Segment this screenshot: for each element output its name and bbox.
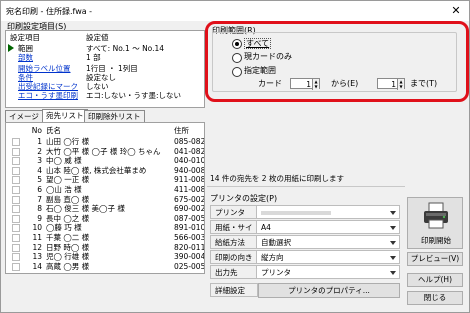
printer-row-key: プリンタ	[210, 205, 258, 219]
row-no: 14	[32, 261, 42, 271]
column-header-no[interactable]: No	[28, 125, 42, 136]
printer-name-redacted	[261, 211, 331, 215]
radio-all[interactable]	[232, 39, 242, 49]
settings-row-eco[interactable]: エコ・うす墨印刷 エコ:しない・うす墨:しない	[6, 91, 204, 100]
spinner-arrows-icon[interactable]: ▲ ▼	[312, 79, 319, 90]
dropdown-arrow-icon[interactable]	[390, 256, 396, 260]
radio-all-label[interactable]: すべて	[244, 38, 272, 49]
paper-size-select[interactable]: A4	[256, 220, 400, 234]
printer-row-key: 詳細設定	[210, 283, 258, 297]
settings-table[interactable]: 設定項目 設定値 範囲 すべて: No.1 〜 No.14 部数 1 部 開始ラ…	[5, 30, 205, 108]
settings-row-start-position[interactable]: 開始ラベル位置 1行目 ・ 1列目	[6, 64, 204, 73]
printer-row-key: 印刷の向き	[210, 250, 258, 264]
row-address: 025-005	[174, 261, 205, 271]
row-checkbox[interactable]	[12, 262, 20, 271]
to-spinner[interactable]: 1 ▲ ▼	[377, 78, 405, 90]
settings-header: 設定項目 設定値	[6, 33, 204, 42]
output-value: プリンタ	[261, 268, 291, 277]
printer-properties-button[interactable]: プリンタのプロパティ...	[258, 283, 400, 298]
settings-row-value: 設定なし	[86, 73, 116, 82]
to-value[interactable]: 1	[391, 80, 396, 89]
settings-row-value: エコ:しない・うす墨:しない	[86, 91, 182, 100]
settings-row-value: 1 部	[86, 53, 101, 62]
settings-row-key[interactable]: エコ・うす墨印刷	[18, 91, 78, 100]
printer-select[interactable]	[256, 205, 400, 219]
settings-header-value: 設定値	[86, 33, 109, 42]
paper-source-select[interactable]: 自動選択	[256, 235, 400, 249]
settings-row-key[interactable]: 条件	[18, 73, 33, 82]
dropdown-arrow-icon[interactable]	[390, 241, 396, 245]
settings-row-value: すべて: No.1 〜 No.14	[86, 44, 165, 53]
output-select[interactable]: プリンタ	[256, 265, 400, 279]
divider	[207, 186, 405, 187]
tab-exclude-list[interactable]: 印刷除外リスト	[84, 110, 145, 122]
radio-specified-range[interactable]	[232, 67, 242, 77]
settings-header-key: 設定項目	[10, 33, 40, 42]
radio-current-card-label[interactable]: 現カードのみ	[244, 52, 292, 62]
row-name: 高蔵 ◯男 様	[46, 261, 90, 271]
title-bar: 宛名印刷 - 住所録.fwa - ✕	[1, 1, 469, 21]
list-item[interactable]: 14 高蔵 ◯男 様 025-005	[6, 261, 204, 272]
printer-icon	[424, 202, 448, 229]
print-summary-text: 14 件の宛先を 2 枚の用紙に印刷します	[210, 174, 344, 183]
column-header-address[interactable]: 住所	[174, 125, 189, 136]
current-row-arrow-icon	[8, 44, 14, 52]
dropdown-arrow-icon[interactable]	[390, 226, 396, 230]
close-button[interactable]: 閉じる	[407, 291, 463, 305]
settings-row-value: しない	[86, 82, 109, 91]
list-header: No 氏名 住所	[6, 125, 204, 136]
printer-group-label: プリンタの設定(P)	[210, 194, 278, 203]
from-label: から(E)	[331, 79, 359, 88]
settings-row-range[interactable]: 範囲 すべて: No.1 〜 No.14	[6, 44, 204, 53]
settings-row-key[interactable]: 部数	[18, 53, 33, 62]
radio-current-card[interactable]	[232, 53, 242, 63]
to-label: まで(T)	[410, 79, 438, 88]
settings-row-condition[interactable]: 条件 設定なし	[6, 73, 204, 82]
print-start-label: 印刷開始	[421, 236, 451, 245]
printer-row-key: 給紙方法	[210, 235, 258, 249]
printer-row-key: 用紙・サイズ	[210, 220, 258, 246]
orientation-value: 縦方向	[261, 253, 284, 262]
paper-size-value: A4	[261, 223, 271, 232]
printer-row-key: 出力先	[210, 265, 258, 279]
from-spinner[interactable]: 1 ▲ ▼	[290, 78, 320, 90]
dropdown-arrow-icon[interactable]	[390, 271, 396, 275]
spinner-arrows-icon[interactable]: ▲ ▼	[397, 79, 404, 90]
settings-row-copies[interactable]: 部数 1 部	[6, 53, 204, 62]
settings-row-key: 範囲	[18, 44, 33, 53]
help-button[interactable]: ヘルプ(H)	[407, 273, 463, 287]
print-start-button[interactable]: 印刷開始	[407, 197, 463, 249]
preview-button[interactable]: プレビュー(V)	[407, 252, 463, 266]
close-icon[interactable]: ✕	[447, 3, 465, 19]
settings-row-key[interactable]: 出受記録にマーク	[18, 82, 78, 91]
settings-row-value: 1行目 ・ 1列目	[86, 64, 138, 73]
dropdown-arrow-icon[interactable]	[390, 211, 396, 215]
column-header-name[interactable]: 氏名	[46, 125, 61, 136]
window-title: 宛名印刷 - 住所録.fwa -	[6, 7, 93, 16]
address-list[interactable]: No 氏名 住所 1 山田 ◯行 様 085-082 2 大竹 ◯平 様 ◯子 様 玲◯…	[5, 122, 205, 274]
paper-source-value: 自動選択	[261, 238, 291, 247]
tab-image[interactable]: イメージ	[5, 110, 43, 122]
tab-address-list[interactable]: 宛先リスト	[42, 109, 88, 122]
settings-row-mark[interactable]: 出受記録にマーク しない	[6, 82, 204, 91]
settings-row-key[interactable]: 開始ラベル位置	[18, 64, 71, 73]
from-value[interactable]: 1	[306, 80, 311, 89]
orientation-select[interactable]: 縦方向	[256, 250, 400, 264]
radio-specified-range-label[interactable]: 指定範囲	[244, 66, 276, 76]
card-label: カード	[258, 79, 282, 88]
